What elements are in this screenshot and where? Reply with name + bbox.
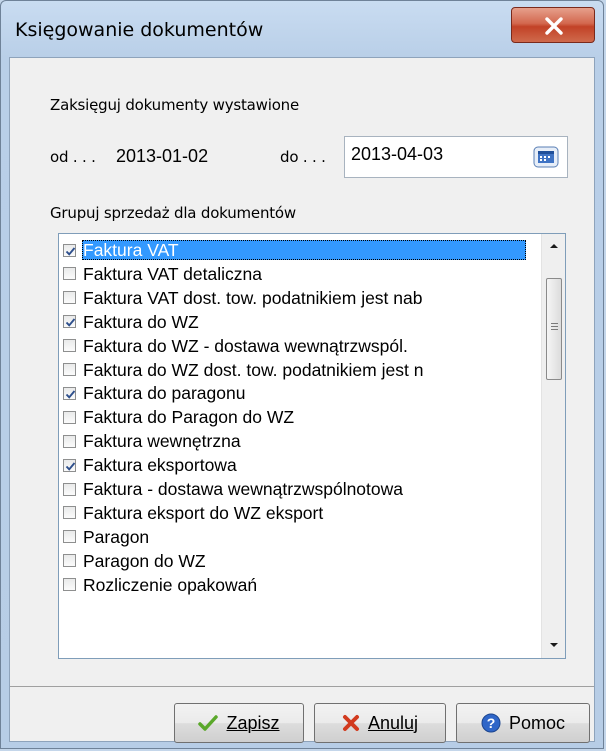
- checkmark-icon: [65, 390, 76, 399]
- list-item[interactable]: Faktura VAT dost. tow. podatnikiem jest …: [63, 287, 541, 309]
- help-label: Pomoc: [508, 712, 566, 733]
- checkmark-icon: [65, 461, 76, 471]
- list-item-label: Rozliczenie opakowań: [83, 574, 258, 595]
- scroll-down-arrow-icon[interactable]: [548, 640, 560, 650]
- list-item[interactable]: Faktura do WZ: [63, 311, 541, 333]
- from-date-value[interactable]: 2013-01-02: [116, 146, 208, 167]
- scroll-up-arrow-icon[interactable]: [548, 241, 560, 251]
- list-item-label: Faktura - dostawa wewnątrzwspólnotowa: [83, 479, 404, 499]
- list-item-label: Faktura do WZ: [83, 311, 199, 332]
- checkbox[interactable]: [63, 386, 76, 400]
- list-item[interactable]: Faktura do paragonu: [63, 382, 541, 404]
- list-item-label: Faktura eksport do WZ eksport: [83, 502, 324, 523]
- checkbox[interactable]: [63, 578, 76, 592]
- help-button[interactable]: ? Pomoc: [456, 703, 590, 743]
- to-label: do . . .: [280, 148, 326, 166]
- calendar-icon: [533, 146, 559, 168]
- checkmark-icon: [65, 246, 76, 256]
- save-button[interactable]: Zapisz: [174, 703, 304, 743]
- list-item-label: Faktura eksportowa: [83, 455, 237, 476]
- list-item[interactable]: Paragon: [63, 526, 541, 548]
- x-icon: [342, 715, 359, 731]
- checkmark-icon: [198, 715, 219, 731]
- document-type-list[interactable]: Faktura VAT Faktura VAT detaliczna Faktura…: [58, 233, 566, 659]
- dialog-body: Zaksięguj dokumenty wystawione od . . . …: [9, 57, 595, 743]
- list-item-label: Paragon do WZ: [83, 550, 206, 571]
- list-item[interactable]: Rozliczenie opakowań: [63, 574, 541, 596]
- close-button[interactable]: [511, 7, 595, 43]
- list-item-label: Faktura VAT dost. tow. podatnikiem jest …: [83, 287, 423, 308]
- checkbox[interactable]: [63, 363, 76, 376]
- footer-divider: [10, 686, 594, 687]
- list-item-label: Faktura do Paragon do WZ: [83, 407, 295, 428]
- save-label: Zapisz: [226, 712, 280, 733]
- cancel-label: Anuluj: [367, 712, 419, 733]
- list-item-label: Faktura VAT detaliczna: [83, 263, 262, 284]
- checkbox[interactable]: [63, 339, 76, 353]
- checkbox[interactable]: [63, 267, 76, 281]
- list-item-label: Faktura wewnętrzna: [83, 431, 241, 452]
- range-heading: Zaksięguj dokumenty wystawione: [50, 96, 300, 114]
- title-bar[interactable]: Księgowanie dokumentów: [1, 1, 603, 57]
- list-item[interactable]: Paragon do WZ: [63, 550, 541, 572]
- from-label: od . . .: [50, 148, 96, 166]
- list-item-label: Faktura VAT: [82, 240, 526, 260]
- list-item[interactable]: Faktura VAT: [63, 239, 541, 261]
- question-icon: ?: [481, 713, 501, 733]
- list-item-label: Faktura do WZ dost. tow. podatnikiem jes…: [83, 359, 424, 380]
- list-item[interactable]: Faktura do WZ dost. tow. podatnikiem jes…: [63, 359, 541, 381]
- checkbox[interactable]: [63, 243, 76, 257]
- checkbox[interactable]: [63, 410, 76, 424]
- scrollbar-thumb[interactable]: [546, 278, 562, 380]
- list-item[interactable]: Faktura - dostawa wewnątrzwspólnotowa: [63, 478, 541, 500]
- checkbox[interactable]: [63, 458, 76, 472]
- to-date-value[interactable]: 2013-04-03: [351, 144, 443, 165]
- checkbox[interactable]: [63, 434, 76, 448]
- list-item-label: Faktura do paragonu: [83, 383, 246, 404]
- dialog-window: Księgowanie dokumentów Zaksięguj dokumen…: [0, 0, 604, 749]
- list-item[interactable]: Faktura eksportowa: [63, 454, 541, 476]
- calendar-button[interactable]: [533, 146, 559, 168]
- list-item[interactable]: Faktura do Paragon do WZ: [63, 406, 541, 428]
- list-item[interactable]: Faktura VAT detaliczna: [63, 263, 541, 285]
- checkmark-icon: [65, 318, 76, 327]
- group-heading: Grupuj sprzedaż dla dokumentów: [50, 204, 296, 222]
- list-scrollbar[interactable]: [541, 234, 565, 658]
- list-item-label: Faktura do WZ - dostawa wewnątrzwspól.: [83, 335, 408, 356]
- close-icon: [545, 17, 563, 35]
- checkbox[interactable]: [63, 291, 76, 305]
- list-item-label: Paragon: [83, 526, 150, 547]
- checkbox[interactable]: [63, 530, 76, 544]
- checkbox[interactable]: [63, 554, 76, 568]
- checkbox[interactable]: [63, 482, 76, 496]
- list-item[interactable]: Faktura do WZ - dostawa wewnątrzwspól.: [63, 335, 541, 357]
- svg-text:?: ?: [487, 715, 496, 731]
- checkbox[interactable]: [63, 315, 76, 329]
- to-date-field[interactable]: 2013-04-03: [344, 136, 568, 178]
- window-title: Księgowanie dokumentów: [15, 19, 264, 41]
- checkbox[interactable]: [63, 506, 76, 520]
- cancel-button[interactable]: Anuluj: [314, 703, 446, 743]
- list-item[interactable]: Faktura wewnętrzna: [63, 430, 541, 452]
- list-item[interactable]: Faktura eksport do WZ eksport: [63, 502, 541, 524]
